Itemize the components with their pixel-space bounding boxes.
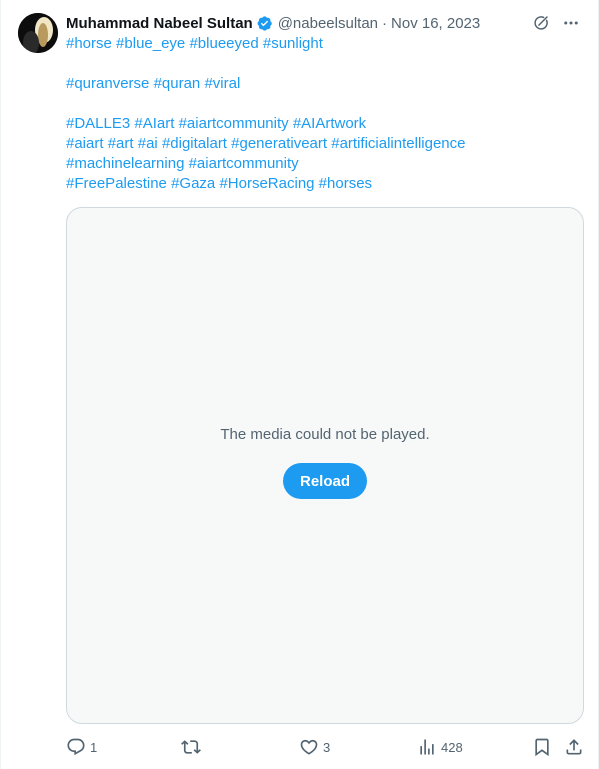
like-count: 3: [323, 739, 331, 755]
hashtag-link[interactable]: #DALLE3: [66, 115, 130, 132]
reply-icon: [67, 738, 85, 756]
tweet-header: Muhammad Nabeel Sultan @nabeelsultan · N…: [66, 12, 480, 34]
tweet-text-line: #quranverse #quran #viral: [66, 74, 586, 94]
hashtag-link[interactable]: #sunlight: [263, 35, 323, 52]
media-error-message: The media could not be played.: [220, 426, 430, 443]
hashtag-link[interactable]: #blue_eye: [116, 35, 185, 52]
verified-badge-icon[interactable]: [256, 15, 273, 32]
hashtag-link[interactable]: #art: [108, 135, 134, 152]
tweet-text-line: [66, 94, 586, 114]
avatar[interactable]: [18, 13, 58, 53]
tweet: Muhammad Nabeel Sultan @nabeelsultan · N…: [0, 0, 599, 769]
avatar-image: [18, 13, 58, 53]
hashtag-link[interactable]: #Gaza: [171, 175, 215, 192]
hashtag-link[interactable]: #FreePalestine: [66, 175, 167, 192]
views-button[interactable]: 428: [417, 735, 463, 759]
hashtag-link[interactable]: #aiart: [66, 135, 104, 152]
header-actions: [530, 12, 582, 34]
tweet-text-line: [66, 54, 586, 74]
tweet-text-line: #FreePalestine #Gaza #HorseRacing #horse…: [66, 174, 586, 194]
hashtag-link[interactable]: #ai: [138, 135, 158, 152]
hashtag-link[interactable]: #quran: [154, 75, 201, 92]
hashtag-link[interactable]: #aiartcommunity: [189, 155, 299, 172]
bookmark-icon: [535, 738, 549, 757]
retweet-icon: [181, 740, 201, 754]
bookmark-button[interactable]: [532, 735, 552, 759]
hashtag-link[interactable]: #machinelearning: [66, 155, 184, 172]
hashtag-link[interactable]: #blueeyed: [189, 35, 258, 52]
author-name[interactable]: Muhammad Nabeel Sultan: [66, 15, 253, 32]
reload-button[interactable]: Reload: [282, 463, 367, 499]
hashtag-link[interactable]: #generativeart: [231, 135, 327, 152]
tweet-text-line: #DALLE3 #AIart #aiartcommunity #AIArtwor…: [66, 114, 586, 134]
hashtag-link[interactable]: #viral: [204, 75, 240, 92]
hashtag-link[interactable]: #horse: [66, 35, 112, 52]
grok-icon[interactable]: [530, 12, 552, 34]
action-bar: 1 3 428: [66, 735, 586, 759]
more-icon[interactable]: [560, 12, 582, 34]
like-button[interactable]: 3: [299, 735, 330, 759]
tweet-text-line: #aiart #art #ai #digitalart #generativea…: [66, 134, 586, 154]
retweet-button[interactable]: [181, 735, 205, 759]
tweet-text-line: #horse #blue_eye #blueeyed #sunlight: [66, 34, 586, 54]
hashtag-link[interactable]: #artificialintelligence: [331, 135, 465, 152]
hashtag-link[interactable]: #quranverse: [66, 75, 149, 92]
hashtag-link[interactable]: #digitalart: [162, 135, 227, 152]
tweet-text-line: #machinelearning #aiartcommunity: [66, 154, 586, 174]
views-count: 428: [441, 739, 463, 755]
hashtag-link[interactable]: #aiartcommunity: [179, 115, 289, 132]
hashtag-link[interactable]: #AIArtwork: [293, 115, 366, 132]
views-icon: [420, 739, 434, 755]
hashtag-link[interactable]: #HorseRacing: [219, 175, 314, 192]
hashtag-link[interactable]: #horses: [319, 175, 372, 192]
author-handle[interactable]: @nabeelsultan: [278, 15, 378, 32]
reply-button[interactable]: 1: [66, 735, 97, 759]
tweet-text: #horse #blue_eye #blueeyed #sunlight #qur…: [66, 34, 586, 194]
meta-separator: ·: [382, 14, 388, 32]
like-icon: [300, 739, 318, 755]
media-container: The media could not be played. Reload: [66, 207, 584, 724]
hashtag-link[interactable]: #AIart: [134, 115, 174, 132]
share-button[interactable]: [564, 735, 584, 759]
tweet-date[interactable]: Nov 16, 2023: [391, 15, 480, 32]
reply-count: 1: [90, 739, 98, 755]
share-icon: [566, 739, 582, 755]
